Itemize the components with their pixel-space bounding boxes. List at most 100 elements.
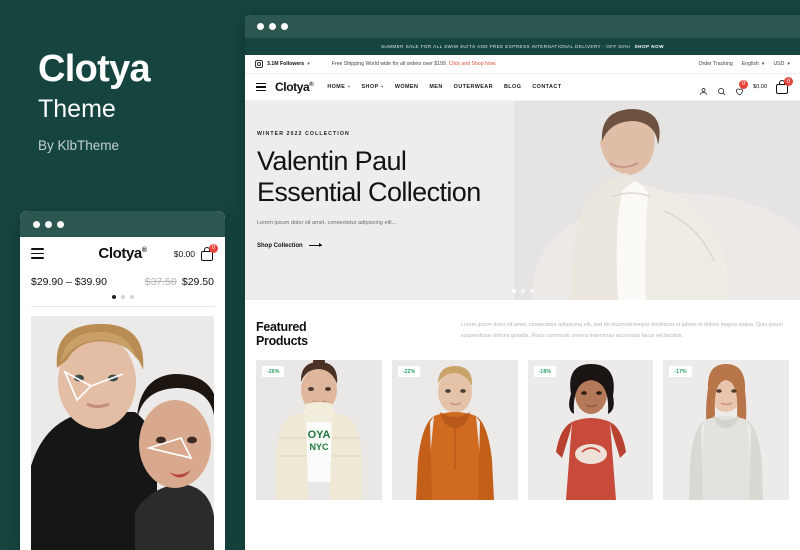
followers-count: 3.1M Followers (267, 61, 305, 67)
mobile-price-row: $29.90 – $39.90 $37.50 $29.50 (20, 270, 225, 290)
product-price-new: $29.50 (181, 276, 214, 288)
cart-bag-icon[interactable]: 0 (776, 77, 793, 94)
product-card[interactable]: -26% OYA NYC (256, 360, 382, 500)
browser-titlebar (245, 15, 800, 38)
section-title: Featured Products (256, 320, 308, 348)
nav-item-women[interactable]: WOMEN (395, 84, 419, 90)
registered-mark-icon: ® (309, 82, 314, 88)
site-logo[interactable]: Clotya® (275, 80, 314, 94)
currency-value: USD (773, 61, 785, 67)
currency-selector[interactable]: USD ▾ (773, 61, 790, 67)
svg-text:NYC: NYC (309, 442, 329, 452)
hero-carousel-dots[interactable] (245, 289, 800, 293)
window-dot-maximize[interactable] (57, 220, 64, 228)
nav-actions: 0 $0.00 0 (699, 77, 793, 95)
chevron-down-icon: ▾ (347, 84, 351, 89)
svg-text:OYA: OYA (308, 429, 331, 441)
announcement-text: SUMMER SALE FOR ALL SWIM SUITS AND FREE … (380, 44, 631, 49)
announcement-cta[interactable]: SHOP NOW (635, 44, 664, 49)
hero-title-line-2: Essential Collection (257, 176, 481, 207)
chevron-down-icon: ▾ (761, 61, 765, 67)
hero-dot-2[interactable] (520, 289, 525, 293)
shipping-text: Free Shipping World wide for all orders … (331, 61, 448, 67)
announcement-bar[interactable]: SUMMER SALE FOR ALL SWIM SUITS AND FREE … (245, 38, 800, 55)
hero-copy: WINTER 2022 COLLECTION Valentin Paul Ess… (257, 131, 557, 249)
registered-mark-icon: ® (141, 247, 147, 254)
instagram-icon[interactable] (255, 60, 263, 68)
site-logo-text: Clotya (275, 80, 310, 94)
utility-topbar: 3.1M Followers ▾ Free Shipping World wid… (245, 55, 800, 74)
window-dot-close[interactable] (33, 220, 40, 228)
shipping-notice: Free Shipping World wide for all orders … (332, 61, 497, 67)
cart-count-badge: 0 (784, 77, 793, 86)
main-navbar: Clotya® HOME ▾ SHOP ▾ WOMEN MEN OUTERWEAR … (245, 74, 800, 101)
hero-slider: WINTER 2022 COLLECTION Valentin Paul Ess… (245, 101, 800, 300)
cart-bag-icon[interactable]: 0 (201, 243, 218, 261)
window-dot-close[interactable] (257, 23, 264, 30)
language-selector[interactable]: English ▾ (742, 61, 765, 67)
hero-title: Valentin Paul Essential Collection (257, 146, 557, 208)
product-price-range: $29.90 – $39.90 (31, 276, 107, 288)
nav-links: HOME ▾ SHOP ▾ WOMEN MEN OUTERWEAR BLOG CON… (327, 84, 561, 90)
product-photo-orange-hoodie (391, 360, 518, 500)
mobile-logo-text: Clotya (98, 245, 142, 262)
chevron-down-icon: ▾ (787, 61, 790, 67)
nav-item-men[interactable]: MEN (429, 84, 442, 90)
product-photo-grey-sweatshirt (663, 360, 789, 500)
page-title: Clotya (38, 48, 151, 90)
page-subtitle: Theme (38, 95, 116, 123)
mobile-preview-window: Clotya® $0.00 0 $29.90 – $39.90 $37.50 $… (20, 211, 225, 550)
hero-eyebrow: WINTER 2022 COLLECTION (257, 131, 350, 137)
arrow-right-icon (308, 243, 322, 248)
carousel-dot-2[interactable] (120, 295, 125, 299)
mobile-carousel-dots[interactable] (20, 290, 225, 306)
nav-item-home[interactable]: HOME ▾ (327, 84, 350, 90)
hero-title-line-1: Valentin Paul (257, 146, 407, 176)
user-account-icon[interactable] (699, 83, 708, 95)
nav-label: CONTACT (532, 84, 562, 90)
nav-label: MEN (429, 84, 443, 90)
mobile-navbar: Clotya® $0.00 0 (20, 237, 225, 270)
chevron-down-icon: ▾ (381, 84, 384, 89)
mobile-titlebar (20, 211, 225, 237)
nav-item-blog[interactable]: BLOG (504, 84, 521, 90)
search-icon[interactable] (717, 83, 726, 95)
desktop-preview-window: SUMMER SALE FOR ALL SWIM SUITS AND FREE … (245, 15, 800, 550)
hero-dot-3[interactable] (529, 289, 534, 293)
product-photo-puffer-jacket: OYA NYC (256, 360, 382, 500)
order-tracking-link[interactable]: Order Tracking (699, 61, 733, 67)
section-description: Lorem ipsum dolor sit amet, consectetur … (460, 322, 783, 339)
product-grid: -26% OYA NYC -22% -18% -17% (245, 348, 800, 500)
carousel-dot-1[interactable] (111, 295, 116, 299)
product-card[interactable]: -17% (663, 360, 789, 500)
nav-label: SHOP (361, 84, 379, 90)
featured-products-header: Featured Products Lorem ipsum dolor sit … (245, 300, 800, 348)
hero-paragraph: Lorem ipsum dolor sit amet, consectetur … (257, 219, 397, 226)
wishlist-heart-icon[interactable]: 0 (735, 79, 748, 95)
cart-count-badge: 0 (209, 243, 218, 253)
product-price-old: $37.50 (144, 276, 177, 288)
window-dot-maximize[interactable] (281, 23, 288, 30)
discount-badge: -18% (533, 366, 556, 377)
hamburger-menu-icon[interactable] (256, 83, 266, 91)
window-dot-minimize[interactable] (269, 23, 276, 30)
product-photo-red-tshirt (527, 360, 654, 500)
shop-now-link[interactable]: Click and Shop Now. (449, 61, 497, 67)
shop-collection-button[interactable]: Shop Collection (257, 243, 557, 249)
product-card[interactable]: -22% (391, 360, 518, 500)
hero-dot-1[interactable] (511, 289, 516, 293)
nav-item-shop[interactable]: SHOP ▾ (362, 84, 384, 90)
nav-item-outerwear[interactable]: OUTERWEAR (454, 84, 493, 90)
author-credit: By KlbTheme (38, 138, 120, 153)
window-dot-minimize[interactable] (45, 220, 52, 228)
cart-total: $0.00 (753, 84, 767, 90)
mobile-hero-photo (31, 316, 214, 550)
chevron-down-icon[interactable]: ▾ (307, 61, 310, 67)
nav-label: WOMEN (394, 84, 419, 90)
shop-collection-label: Shop Collection (257, 242, 303, 249)
nav-label: HOME (327, 84, 346, 90)
nav-item-contact[interactable]: CONTACT (532, 84, 561, 90)
carousel-dot-3[interactable] (129, 295, 134, 299)
product-card[interactable]: -18% (527, 360, 654, 500)
language-value: English (741, 61, 759, 67)
